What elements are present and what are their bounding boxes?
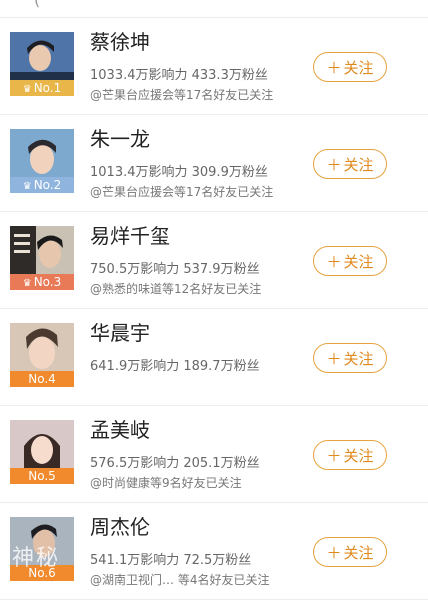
avatar[interactable]: ♛ No.2 [10, 129, 74, 193]
list-item[interactable]: No.6 周杰伦 541.1万影响力 72.5万粉丝 @湖南卫视门… 等4名好友… [0, 503, 428, 600]
plus-icon: ＋ [326, 447, 342, 465]
influence-stats: 576.5万影响力 205.1万粉丝 [90, 456, 260, 471]
follow-button[interactable]: ＋关注 [313, 440, 387, 470]
user-name[interactable]: 华晨宇 [90, 317, 150, 346]
crown-icon: ♛ [22, 84, 32, 95]
plus-icon: ＋ [326, 156, 342, 174]
avatar[interactable]: ♛ No.1 [10, 32, 74, 96]
mutual-followers: @熟悉的味道等12名好友已关注 [90, 282, 262, 296]
list-item[interactable]: ♛ No.1 蔡徐坤 1033.4万影响力 433.3万粉丝 @芒果台应援会等17… [0, 18, 428, 115]
user-name[interactable]: 易烊千玺 [90, 220, 170, 249]
user-name[interactable]: 周杰伦 [90, 511, 150, 540]
influence-stats: 1033.4万影响力 433.3万粉丝 [90, 68, 268, 83]
follow-button[interactable]: ＋关注 [313, 537, 387, 567]
plus-icon: ＋ [326, 350, 342, 368]
avatar[interactable]: No.4 [10, 323, 74, 387]
plus-icon: ＋ [326, 544, 342, 562]
rank-badge: No.5 [10, 468, 74, 484]
user-name[interactable]: 孟美岐 [90, 414, 150, 443]
influence-ranking-list: ♛ No.1 蔡徐坤 1033.4万影响力 433.3万粉丝 @芒果台应援会等17… [0, 18, 428, 600]
avatar[interactable]: ♛ No.3 [10, 226, 74, 290]
list-item[interactable]: No.5 孟美岐 576.5万影响力 205.1万粉丝 @时尚健康等9名好友已关… [0, 406, 428, 503]
crown-icon: ♛ [22, 181, 32, 192]
list-item[interactable]: No.4 华晨宇 641.9万影响力 189.7万粉丝 ＋关注 [0, 309, 428, 406]
follow-button[interactable]: ＋关注 [313, 246, 387, 276]
previous-row-edge: ( [0, 0, 428, 18]
plus-icon: ＋ [326, 59, 342, 77]
plus-icon: ＋ [326, 253, 342, 271]
rank-badge: ♛ No.2 [10, 177, 74, 193]
list-item[interactable]: ♛ No.2 朱一龙 1013.4万影响力 309.9万粉丝 @芒果台应援会等17… [0, 115, 428, 212]
avatar[interactable]: No.5 [10, 420, 74, 484]
influence-stats: 541.1万影响力 72.5万粉丝 [90, 553, 252, 568]
mutual-followers: @湖南卫视门… 等4名好友已关注 [90, 573, 270, 587]
mutual-followers: @芒果台应援会等17名好友已关注 [90, 88, 274, 102]
influence-stats: 750.5万影响力 537.9万粉丝 [90, 262, 260, 277]
rank-badge: No.4 [10, 371, 74, 387]
crown-icon: ♛ [22, 278, 32, 289]
watermark-text: 神秘 [12, 546, 61, 571]
mutual-followers: @时尚健康等9名好友已关注 [90, 476, 242, 490]
cutoff-text: ( [34, 0, 40, 9]
rank-badge: ♛ No.1 [10, 80, 74, 96]
user-name[interactable]: 朱一龙 [90, 123, 150, 152]
follow-button[interactable]: ＋关注 [313, 343, 387, 373]
user-name[interactable]: 蔡徐坤 [90, 26, 150, 55]
influence-stats: 641.9万影响力 189.7万粉丝 [90, 359, 260, 374]
influence-stats: 1013.4万影响力 309.9万粉丝 [90, 165, 268, 180]
follow-button[interactable]: ＋关注 [313, 149, 387, 179]
list-item[interactable]: ♛ No.3 易烊千玺 750.5万影响力 537.9万粉丝 @熟悉的味道等12名… [0, 212, 428, 309]
follow-button[interactable]: ＋关注 [313, 52, 387, 82]
mutual-followers: @芒果台应援会等17名好友已关注 [90, 185, 274, 199]
rank-badge: ♛ No.3 [10, 274, 74, 290]
